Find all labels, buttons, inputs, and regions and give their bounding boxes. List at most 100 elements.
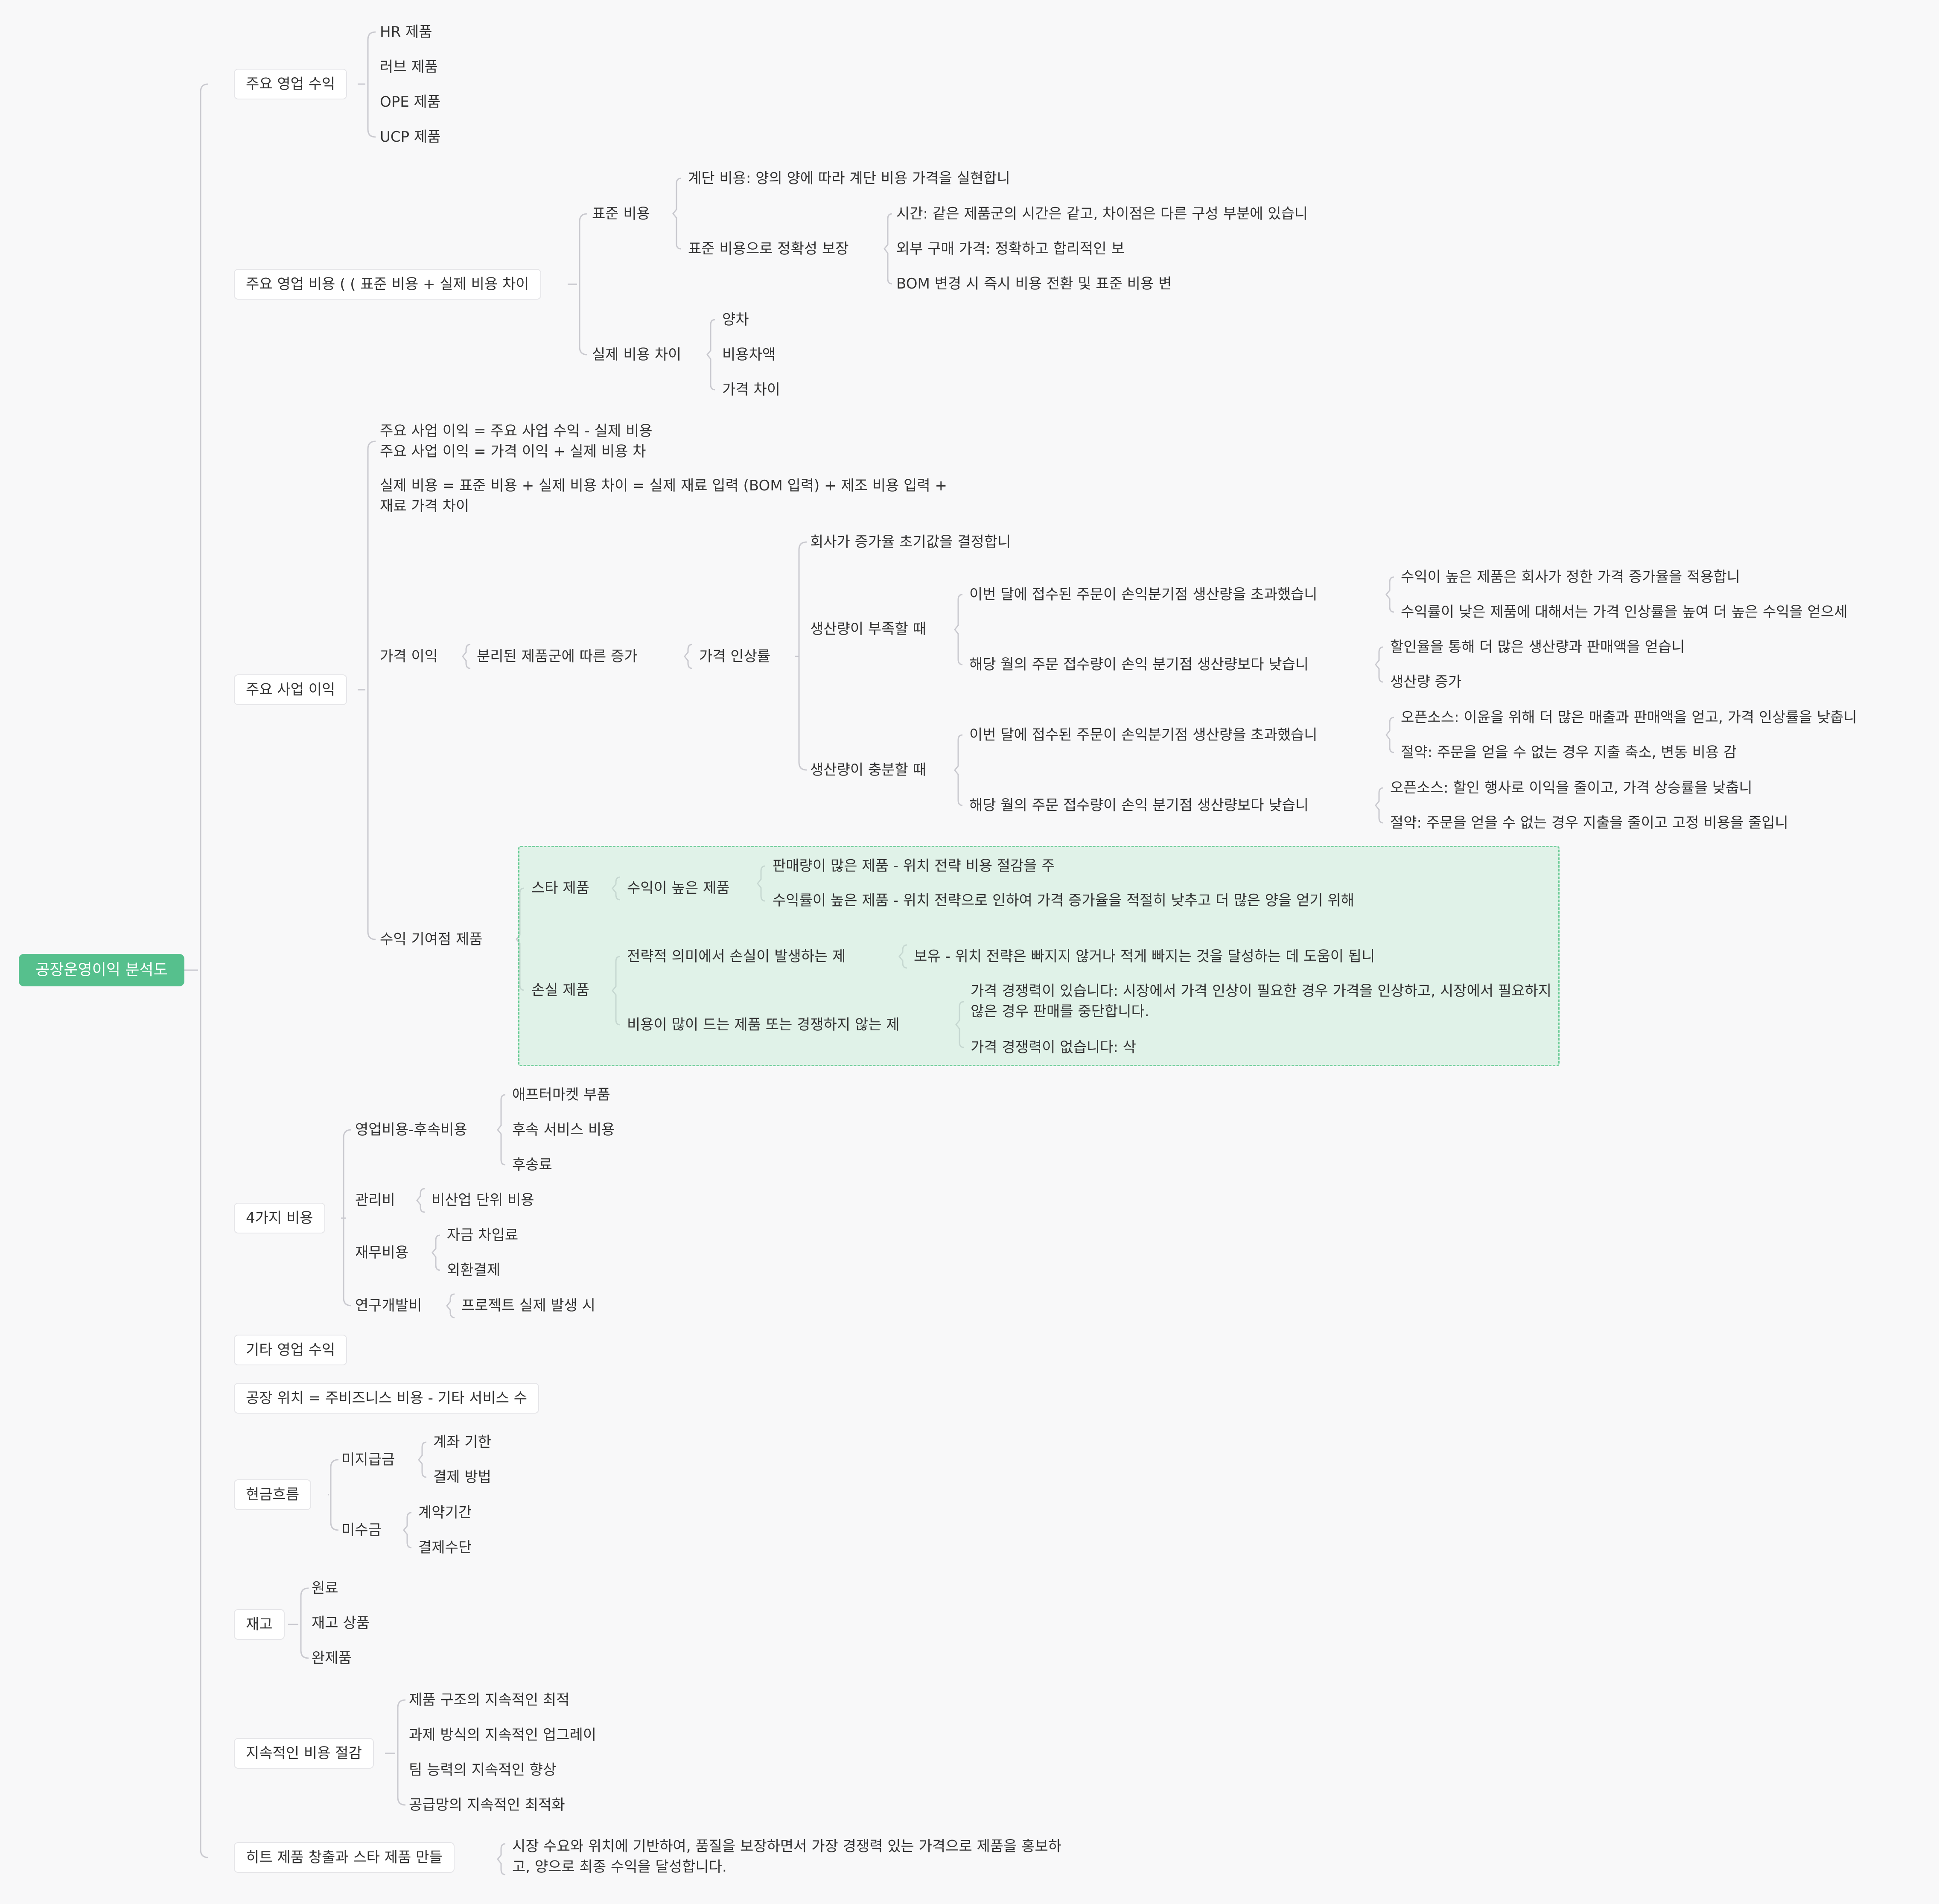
topic-factory-position[interactable]: 공장 위치 = 주비즈니스 비용 - 기타 서비스 수 — [234, 1383, 539, 1414]
topic-accuracy-item[interactable]: 시간: 같은 제품군의 시간은 같고, 차이점은 다른 구성 부분에 있습니 — [896, 203, 1308, 225]
topic-hit-product[interactable]: 히트 제품 창출과 스타 제품 만들 — [234, 1842, 455, 1873]
topic-receivable-item[interactable]: 결제수단 — [418, 1537, 472, 1558]
topic-sales-cost[interactable]: 영업비용-후속비용 — [355, 1119, 467, 1140]
topic-payable[interactable]: 미지급금 — [341, 1449, 395, 1470]
connector — [330, 1459, 339, 1531]
topic-main-revenue[interactable]: 주요 영업 수익 — [234, 69, 347, 99]
topic-star-products[interactable]: 스타 제품 — [531, 878, 589, 899]
topic-enough-under-item[interactable]: 절약: 주문을 얻을 수 없는 경우 지출을 줄이고 고정 비용을 줄입니 — [1390, 812, 1788, 834]
topic-reduction-item[interactable]: 공급망의 지속적인 최적화 — [409, 1794, 565, 1816]
topic-step-cost[interactable]: 계단 비용: 양의 양에 따라 계단 비용 가격을 실현합니 — [688, 168, 1010, 189]
connector — [706, 319, 715, 391]
connector — [497, 1094, 506, 1166]
root-topic[interactable]: 공장운영이익 분석도 — [19, 954, 184, 986]
topic-shortage-over[interactable]: 이번 달에 접수된 주문이 손익분기점 생산량을 초과했습니 — [969, 584, 1318, 605]
connector — [1375, 646, 1384, 683]
topic-enough[interactable]: 생산량이 충분할 때 — [810, 759, 926, 781]
topic-price-increase-rate[interactable]: 가격 인상률 — [699, 646, 770, 667]
topic-admin-cost[interactable]: 관리비 — [355, 1190, 395, 1211]
connector — [1375, 787, 1384, 824]
topic-enough-under-item[interactable]: 오픈소스: 할인 행사로 이익을 줄이고, 가격 상승률을 낮춥니 — [1390, 777, 1752, 799]
topic-inventory-item[interactable]: 원료 — [312, 1577, 338, 1599]
topic-sales-cost-item[interactable]: 후속 서비스 비용 — [512, 1119, 615, 1140]
topic-accuracy-item[interactable]: BOM 변경 시 즉시 비용 전환 및 표준 비용 변 — [896, 273, 1172, 294]
connector — [367, 31, 376, 138]
topic-star-item[interactable]: 판매량이 많은 제품 - 위치 전략 비용 절감을 주 — [773, 855, 1055, 877]
topic-reduction-item[interactable]: 팀 능력의 지속적인 향상 — [409, 1759, 556, 1781]
topic-shortage-under[interactable]: 해당 월의 주문 접수량이 손익 분기점 생산량보다 낮습니 — [969, 654, 1309, 675]
connector — [1385, 717, 1394, 753]
connector — [672, 178, 681, 250]
topic-shortage-under-item[interactable]: 생산량 증가 — [1390, 671, 1461, 693]
topic-actual-variance[interactable]: 실제 비용 차이 — [592, 344, 681, 365]
topic-contrib-products[interactable]: 수익 기여점 제품 — [380, 929, 483, 950]
topic-finance-cost-item[interactable]: 자금 차입료 — [447, 1225, 518, 1246]
topic-actual-cost-formula[interactable]: 실제 비용 = 표준 비용 + 실제 비용 차이 = 실제 재료 입력 (BOM… — [380, 475, 960, 516]
topic-rate-initial[interactable]: 회사가 증가율 초기값을 결정합니 — [810, 531, 1011, 553]
topic-by-product-group[interactable]: 분리된 제품군에 따른 증가 — [477, 646, 638, 667]
topic-inventory-item[interactable]: 재고 상품 — [312, 1612, 370, 1634]
topic-rnd-cost[interactable]: 연구개발비 — [355, 1295, 422, 1316]
connector — [367, 440, 376, 940]
topic-profit-formula[interactable]: 주요 사업 이익 = 주요 사업 수익 - 실제 비용 — [380, 420, 653, 442]
topic-four-costs[interactable]: 4가지 비용 — [234, 1203, 325, 1233]
topic-payable-item[interactable]: 계좌 기한 — [433, 1432, 491, 1453]
topic-enough-over-item[interactable]: 오픈소스: 이윤을 위해 더 많은 매출과 판매액을 얻고, 가격 인상률을 낮… — [1401, 707, 1857, 728]
topic-shortage[interactable]: 생산량이 부족할 때 — [810, 618, 926, 640]
topic-variance-item[interactable]: 양차 — [722, 309, 749, 330]
topic-hit-product-item[interactable]: 시장 수요와 위치에 기반하여, 품질을 보장하면서 가장 경쟁력 있는 가격으… — [512, 1836, 1076, 1877]
connector — [579, 213, 588, 356]
topic-variance-item[interactable]: 가격 차이 — [722, 379, 780, 400]
topic-revenue-item[interactable]: OPE 제품 — [380, 91, 440, 113]
topic-revenue-item[interactable]: 러브 제품 — [380, 56, 438, 78]
topic-high-revenue[interactable]: 수익이 높은 제품 — [627, 878, 730, 899]
topic-payable-item[interactable]: 결제 방법 — [433, 1467, 491, 1488]
topic-cashflow[interactable]: 현금흐름 — [234, 1479, 312, 1510]
topic-receivable[interactable]: 미수금 — [341, 1519, 382, 1541]
topic-shortage-over-item[interactable]: 수익이 높은 제품은 회사가 정한 가격 증가율을 적용합니 — [1401, 566, 1740, 588]
topic-main-profit[interactable]: 주요 사업 이익 — [234, 674, 347, 705]
connector — [403, 1512, 412, 1548]
topic-loss-products[interactable]: 손실 제품 — [531, 980, 589, 1001]
topic-reduction-item[interactable]: 제품 구조의 지속적인 최적 — [409, 1689, 570, 1711]
topic-inventory[interactable]: 재고 — [234, 1609, 285, 1640]
topic-revenue-item[interactable]: HR 제품 — [380, 21, 432, 43]
topic-receivable-item[interactable]: 계약기간 — [418, 1502, 472, 1523]
topic-reduction-item[interactable]: 과제 방식의 지속적인 업그레이 — [409, 1724, 596, 1746]
topic-other-revenue[interactable]: 기타 영업 수익 — [234, 1335, 347, 1365]
topic-shortage-over-item[interactable]: 수익률이 낮은 제품에 대해서는 가격 인상률을 높여 더 높은 수익을 얻으세 — [1401, 601, 1847, 623]
topic-enough-over-item[interactable]: 절약: 주문을 얻을 수 없는 경우 지출 축소, 변동 비용 감 — [1401, 742, 1737, 763]
topic-sales-cost-item[interactable]: 애프터마켓 부품 — [512, 1084, 610, 1105]
topic-finance-cost-item[interactable]: 외환결제 — [447, 1260, 500, 1281]
topic-admin-cost-item[interactable]: 비산업 단위 비용 — [432, 1190, 534, 1211]
topic-costly-item[interactable]: 가격 경쟁력이 있습니다: 시장에서 가격 인상이 필요한 경우 가격을 인상하… — [971, 981, 1555, 1022]
topic-shortage-under-item[interactable]: 할인율을 통해 더 많은 생산량과 판매액을 얻습니 — [1390, 636, 1685, 658]
topic-costly-products[interactable]: 비용이 많이 드는 제품 또는 경쟁하지 않는 제 — [627, 1014, 900, 1035]
connector — [432, 1234, 440, 1271]
topic-profit-formula[interactable]: 주요 사업 이익 = 가격 이익 + 실제 비용 차 — [380, 441, 646, 462]
topic-main-cost[interactable]: 주요 영업 비용 ( ( 표준 비용 + 실제 비용 차이 — [234, 269, 541, 300]
topic-price-profit[interactable]: 가격 이익 — [380, 646, 438, 667]
topic-cost-reduction[interactable]: 지속적인 비용 절감 — [234, 1738, 374, 1769]
topic-strategic-loss-item[interactable]: 보유 - 위치 전략은 빠지지 않거나 적게 빠지는 것을 달성하는 데 도움이… — [914, 946, 1375, 967]
topic-finance-cost[interactable]: 재무비용 — [355, 1242, 408, 1263]
topic-enough-over[interactable]: 이번 달에 접수된 주문이 손익분기점 생산량을 초과했습니 — [969, 724, 1318, 746]
topic-revenue-item[interactable]: UCP 제품 — [380, 126, 441, 148]
topic-std-accuracy[interactable]: 표준 비용으로 정확성 보장 — [688, 238, 849, 260]
connector — [397, 1699, 406, 1806]
connector — [798, 541, 807, 771]
topic-enough-under[interactable]: 해당 월의 주문 접수량이 손익 분기점 생산량보다 낮습니 — [969, 795, 1309, 816]
connector — [446, 1293, 455, 1318]
topic-standard-cost[interactable]: 표준 비용 — [592, 203, 650, 225]
topic-variance-item[interactable]: 비용차액 — [722, 344, 776, 365]
topic-star-item[interactable]: 수익률이 높은 제품 - 위치 전략으로 인하여 가격 증가율을 적절히 낮추고… — [773, 890, 1366, 911]
topic-rnd-cost-item[interactable]: 프로젝트 실제 발생 시 — [461, 1295, 595, 1316]
connector — [684, 644, 693, 669]
topic-strategic-loss[interactable]: 전략적 의미에서 손실이 발생하는 제 — [627, 946, 846, 967]
topic-sales-cost-item[interactable]: 후송료 — [512, 1154, 552, 1175]
connector — [416, 1188, 425, 1213]
topic-accuracy-item[interactable]: 외부 구매 가격: 정확하고 합리적인 보 — [896, 238, 1125, 260]
topic-costly-item[interactable]: 가격 경쟁력이 없습니다: 삭 — [971, 1037, 1136, 1058]
topic-inventory-item[interactable]: 완제품 — [312, 1647, 352, 1669]
connector — [954, 734, 963, 806]
